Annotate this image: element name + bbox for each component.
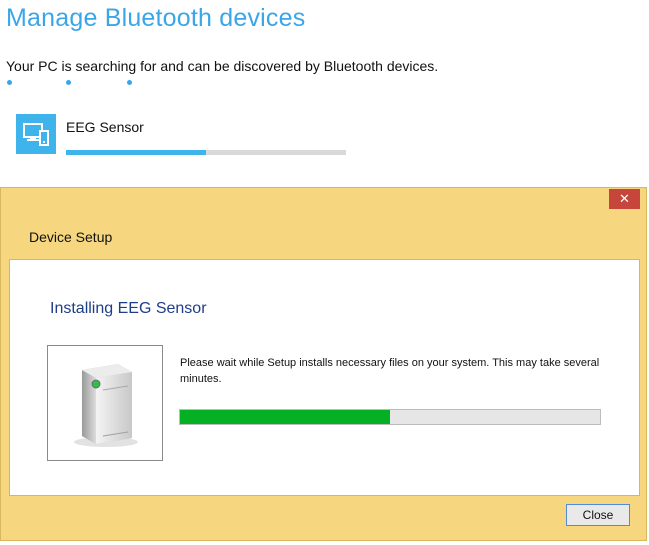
install-progress-fill <box>180 410 390 424</box>
device-setup-dialog: ✕ Device Setup Installing EEG Sensor Ple… <box>0 187 647 541</box>
searching-indicator <box>7 80 147 88</box>
dialog-close-icon[interactable]: ✕ <box>609 189 640 209</box>
close-button[interactable]: Close <box>566 504 630 526</box>
searching-dot <box>127 80 132 85</box>
dialog-content: Installing EEG Sensor Please wait while … <box>9 259 640 496</box>
tower-device-icon <box>47 345 163 461</box>
device-name: EEG Sensor <box>66 119 144 135</box>
pairing-progress-bar <box>66 150 346 155</box>
dialog-footer: Close <box>9 496 640 540</box>
device-list-item[interactable]: EEG Sensor <box>16 114 356 158</box>
install-progress-bar <box>179 409 601 425</box>
page-title: Manage Bluetooth devices <box>6 4 306 32</box>
installing-heading: Installing EEG Sensor <box>50 300 207 317</box>
page-subtitle: Your PC is searching for and can be disc… <box>6 58 439 74</box>
dialog-title: Device Setup <box>29 229 113 245</box>
pairing-progress-fill <box>66 150 206 155</box>
searching-dot <box>66 80 71 85</box>
devices-icon <box>16 114 56 154</box>
searching-dot <box>7 80 12 85</box>
install-message: Please wait while Setup installs necessa… <box>180 357 600 385</box>
